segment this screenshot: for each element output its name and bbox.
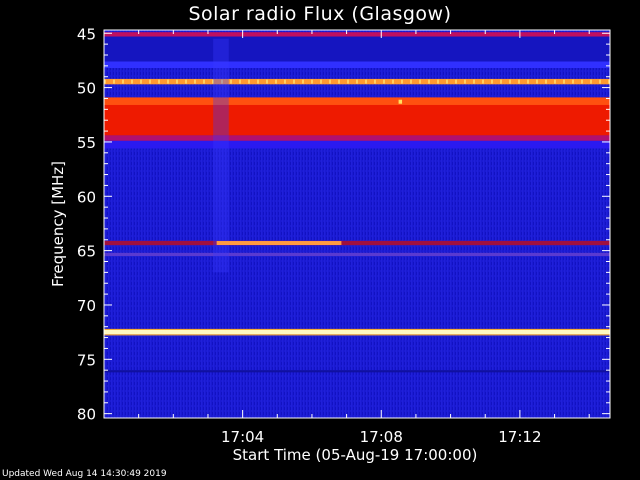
emission-band — [104, 370, 610, 373]
y-tick-label: 50 — [77, 80, 96, 98]
y-tick-label: 65 — [77, 243, 96, 261]
spectrogram-chart: 45 50 55 60 65 70 75 80 17:04 17:08 17:12 — [77, 25, 611, 446]
event-column — [213, 38, 229, 273]
plot-area — [103, 29, 611, 419]
emission-band — [104, 104, 610, 136]
emission-band — [104, 328, 610, 330]
y-tick-label: 75 — [77, 351, 96, 369]
x-tick-label: 17:12 — [498, 428, 541, 446]
y-tick-label: 55 — [77, 134, 96, 152]
band-dark — [104, 36, 610, 62]
x-tick-label: 17:08 — [360, 428, 403, 446]
emission-band — [104, 61, 610, 69]
emission-band — [104, 252, 610, 257]
emission-band — [104, 97, 610, 105]
emission-band — [104, 240, 610, 246]
x-tick-label: 17:04 — [221, 428, 264, 446]
burst — [216, 241, 342, 246]
y-tick-label: 60 — [77, 188, 96, 206]
burst — [398, 99, 403, 104]
emission-band — [104, 329, 610, 335]
emission-band — [104, 140, 610, 149]
y-tick-label: 45 — [77, 25, 96, 43]
emission-band — [104, 32, 610, 37]
y-tick-label: 70 — [77, 297, 96, 315]
y-tick-label: 80 — [77, 406, 96, 424]
emission-band — [104, 135, 610, 141]
spectrogram-texture — [104, 30, 610, 418]
emission-band — [104, 334, 610, 336]
